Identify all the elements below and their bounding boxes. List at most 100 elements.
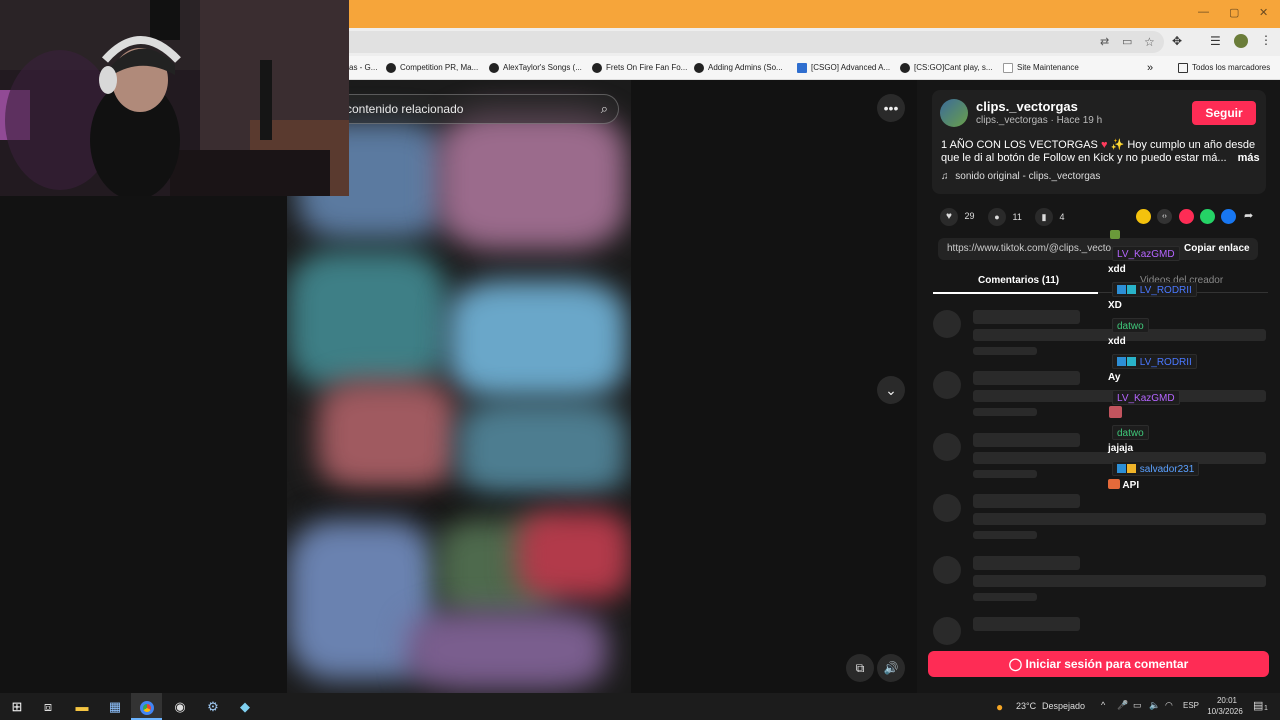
bookmarks-overflow-button[interactable]: » xyxy=(1147,56,1153,80)
post-username[interactable]: clips._vectorgas xyxy=(976,99,1078,114)
reading-list-icon[interactable]: ☰ xyxy=(1210,34,1221,48)
facebook-icon[interactable] xyxy=(1221,209,1236,224)
share-friends-icon[interactable] xyxy=(1136,209,1151,224)
app-button[interactable]: ◆ xyxy=(235,693,255,720)
translate-icon[interactable]: ⇄ xyxy=(1100,31,1109,53)
browser-menu-icon[interactable]: ⋮ xyxy=(1260,33,1272,47)
pip-button[interactable]: ⧉ xyxy=(846,654,874,682)
bookmark-item[interactable]: Frets On Fire Fan Fo... xyxy=(592,56,687,80)
microphone-icon[interactable]: 🎤 xyxy=(1117,700,1128,711)
search-input[interactable]: contenido relacionado ⌕ xyxy=(325,94,619,124)
like-action[interactable]: ♥ 29 xyxy=(940,208,975,226)
bookmark-icon: ▮ xyxy=(1035,208,1053,226)
comment-count: 11 xyxy=(1012,212,1022,222)
chat-message: Ay xyxy=(1108,372,1121,383)
extensions-icon[interactable]: ✥ xyxy=(1172,34,1182,48)
post-subline: clips._vectorgas · Hace 19 h xyxy=(976,115,1103,126)
music-note-icon: ♫ xyxy=(941,171,949,182)
bookmark-item[interactable]: as - G... xyxy=(349,56,377,80)
bookmark-item[interactable]: Adding Admins (So... xyxy=(694,56,783,80)
task-view-button[interactable]: ⧈ xyxy=(39,693,57,720)
minimize-button[interactable]: — xyxy=(1198,6,1209,18)
avatar[interactable] xyxy=(940,99,968,127)
speaker-icon: 🔊 xyxy=(883,661,899,675)
volume-icon[interactable]: 🔈 xyxy=(1149,700,1160,711)
start-button[interactable]: ⊞ xyxy=(8,693,26,720)
calculator-button[interactable]: ▦ xyxy=(105,693,125,720)
site-icon xyxy=(900,62,910,73)
bookmark-star-icon[interactable]: ☆ xyxy=(1144,31,1155,53)
post-caption: 1 AÑO CON LOS VECTORGAS ♥ ✨ Hoy cumplo u… xyxy=(941,138,1257,152)
whatsapp-icon[interactable] xyxy=(1200,209,1215,224)
sound-row[interactable]: ♫ sonido original - clips._vectorgas xyxy=(941,171,1100,182)
bookmark-item[interactable]: [CS:GO]Cant play, s... xyxy=(900,56,993,80)
tab-comments[interactable]: Comentarios (11) xyxy=(978,275,1059,286)
heart-icon: ♥ xyxy=(1100,139,1108,151)
close-window-button[interactable]: ✕ xyxy=(1259,6,1268,19)
chat-username: datwo xyxy=(1112,425,1149,440)
clock-date[interactable]: 10/3/2026 xyxy=(1203,707,1247,716)
steam-button[interactable]: ⚙ xyxy=(203,693,223,720)
bookmark-item[interactable]: Site Maintenance xyxy=(1003,56,1079,80)
language-indicator[interactable]: ESP xyxy=(1183,701,1199,710)
share-arrow-icon[interactable]: ➦ xyxy=(1244,209,1253,222)
bookmark-item[interactable]: Competition PR, Ma... xyxy=(386,56,478,80)
clock-time[interactable]: 20:01 xyxy=(1209,696,1245,705)
more-link[interactable]: más xyxy=(1238,152,1260,164)
chrome-icon xyxy=(139,700,154,715)
search-icon[interactable]: ⌕ xyxy=(601,95,608,123)
chat-username-row: salvador231 xyxy=(1112,461,1200,476)
save-count: 4 xyxy=(1059,212,1065,222)
skeleton-line xyxy=(973,593,1037,601)
bookmark-item[interactable]: AlexTaylor's Songs (... xyxy=(489,56,582,80)
site-icon xyxy=(592,62,602,73)
login-to-comment-button[interactable]: ◯ Iniciar sesión para comentar xyxy=(928,651,1269,677)
profile-avatar[interactable] xyxy=(1234,34,1248,48)
cast-icon[interactable]: ▭ xyxy=(1122,31,1132,53)
chat-username: LV_RODRII xyxy=(1139,357,1192,368)
chevron-down-icon: ⌄ xyxy=(885,382,897,398)
send-icon[interactable] xyxy=(1179,209,1194,224)
all-bookmarks-button[interactable]: Todos los marcadores xyxy=(1178,56,1270,80)
next-video-button[interactable]: ⌄ xyxy=(877,376,905,404)
chrome-taskbar-button[interactable] xyxy=(131,693,162,720)
more-options-button[interactable]: ••• xyxy=(877,94,905,122)
skeleton-avatar xyxy=(933,556,961,584)
comment-icon: ● xyxy=(988,208,1006,226)
volume-button[interactable]: 🔊 xyxy=(877,654,905,682)
caption-text: 1 AÑO CON LOS VECTORGAS xyxy=(941,139,1098,151)
network-icon[interactable]: ▭ xyxy=(1133,700,1142,711)
skeleton-avatar xyxy=(933,617,961,645)
calculator-icon: ▦ xyxy=(108,699,122,714)
badge-icon xyxy=(1127,357,1136,366)
skeleton-line xyxy=(973,470,1037,478)
follow-button[interactable]: Seguir xyxy=(1192,101,1256,125)
badge-icon xyxy=(1127,285,1136,294)
show-hidden-icons[interactable]: ^ xyxy=(1101,700,1105,710)
address-bar[interactable]: 3 ⇄ ▭ ☆ xyxy=(320,31,1164,53)
app-icon: ◆ xyxy=(240,699,250,714)
chat-username: LV_KazGMD xyxy=(1112,246,1180,261)
bookmark-item[interactable]: [CSGO] Advanced A... xyxy=(797,56,890,80)
notifications-icon[interactable]: ▤ xyxy=(1253,699,1263,712)
copy-link-button[interactable]: Copiar enlace xyxy=(1184,243,1250,254)
weather-desc[interactable]: Despejado xyxy=(1042,701,1085,711)
embed-icon[interactable]: ‹› xyxy=(1157,209,1172,224)
steam-icon: ⚙ xyxy=(207,699,219,714)
obs-button[interactable]: ◉ xyxy=(170,693,190,720)
skeleton-avatar xyxy=(933,433,961,461)
post-caption-line2: que le di al botón de Follow en Kick y n… xyxy=(941,152,1260,164)
weather-temp[interactable]: 23°C xyxy=(1016,701,1036,711)
caption-text-rest: Hoy cumplo un año desde xyxy=(1127,139,1256,151)
badge-icon xyxy=(1117,357,1126,366)
comment-action[interactable]: ● 11 xyxy=(988,208,1022,226)
save-action[interactable]: ▮ 4 xyxy=(1035,208,1065,226)
file-explorer-button[interactable]: ▬ xyxy=(72,693,92,720)
taskbar: ⊞ ⧈ ▬ ▦ ◉ ⚙ ◆ ● 23°C Despejado ^ 🎤 ▭ 🔈 ◠… xyxy=(0,693,1280,720)
skeleton-line xyxy=(973,433,1080,447)
like-count: 29 xyxy=(964,211,975,221)
skeleton-line xyxy=(973,513,1266,525)
chat-message: jajaja xyxy=(1108,443,1134,454)
maximize-button[interactable]: ▢ xyxy=(1229,6,1239,19)
wifi-icon[interactable]: ◠ xyxy=(1165,700,1173,711)
